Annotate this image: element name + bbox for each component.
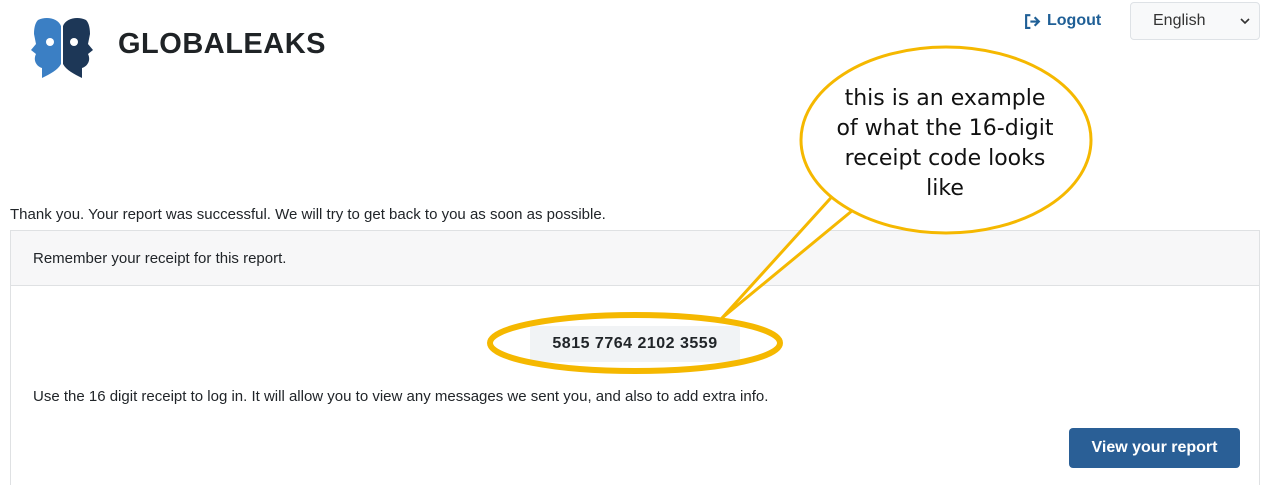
callout-line: receipt code looks xyxy=(844,146,1046,171)
page: GLOBALEAKS Logout English Thank you. You… xyxy=(0,0,1262,485)
language-select[interactable]: English xyxy=(1130,2,1260,40)
callout-text: this is an example of what the 16-digit … xyxy=(800,84,1090,204)
sign-out-icon xyxy=(1025,13,1041,29)
view-report-button[interactable]: View your report xyxy=(1069,428,1240,468)
chevron-down-icon xyxy=(1240,18,1250,25)
receipt-card-header: Remember your receipt for this report. xyxy=(11,231,1259,286)
brand-name: GLOBALEAKS xyxy=(118,28,326,60)
callout-line: like xyxy=(926,176,964,201)
receipt-instructions: Use the 16 digit receipt to log in. It w… xyxy=(33,388,769,405)
logout-link[interactable]: Logout xyxy=(1024,12,1101,30)
callout-line: this is an example xyxy=(844,86,1046,111)
thanks-message: Thank you. Your report was successful. W… xyxy=(10,206,606,223)
globaleaks-logo-icon xyxy=(31,18,93,78)
logout-label: Logout xyxy=(1047,12,1102,29)
receipt-card: Remember your receipt for this report. 5… xyxy=(10,230,1260,485)
language-selected-value: English xyxy=(1153,12,1206,29)
callout-line: of what the 16-digit xyxy=(836,116,1054,141)
receipt-card-title: Remember your receipt for this report. xyxy=(33,249,287,267)
receipt-code: 5815 7764 2102 3559 xyxy=(530,326,740,362)
